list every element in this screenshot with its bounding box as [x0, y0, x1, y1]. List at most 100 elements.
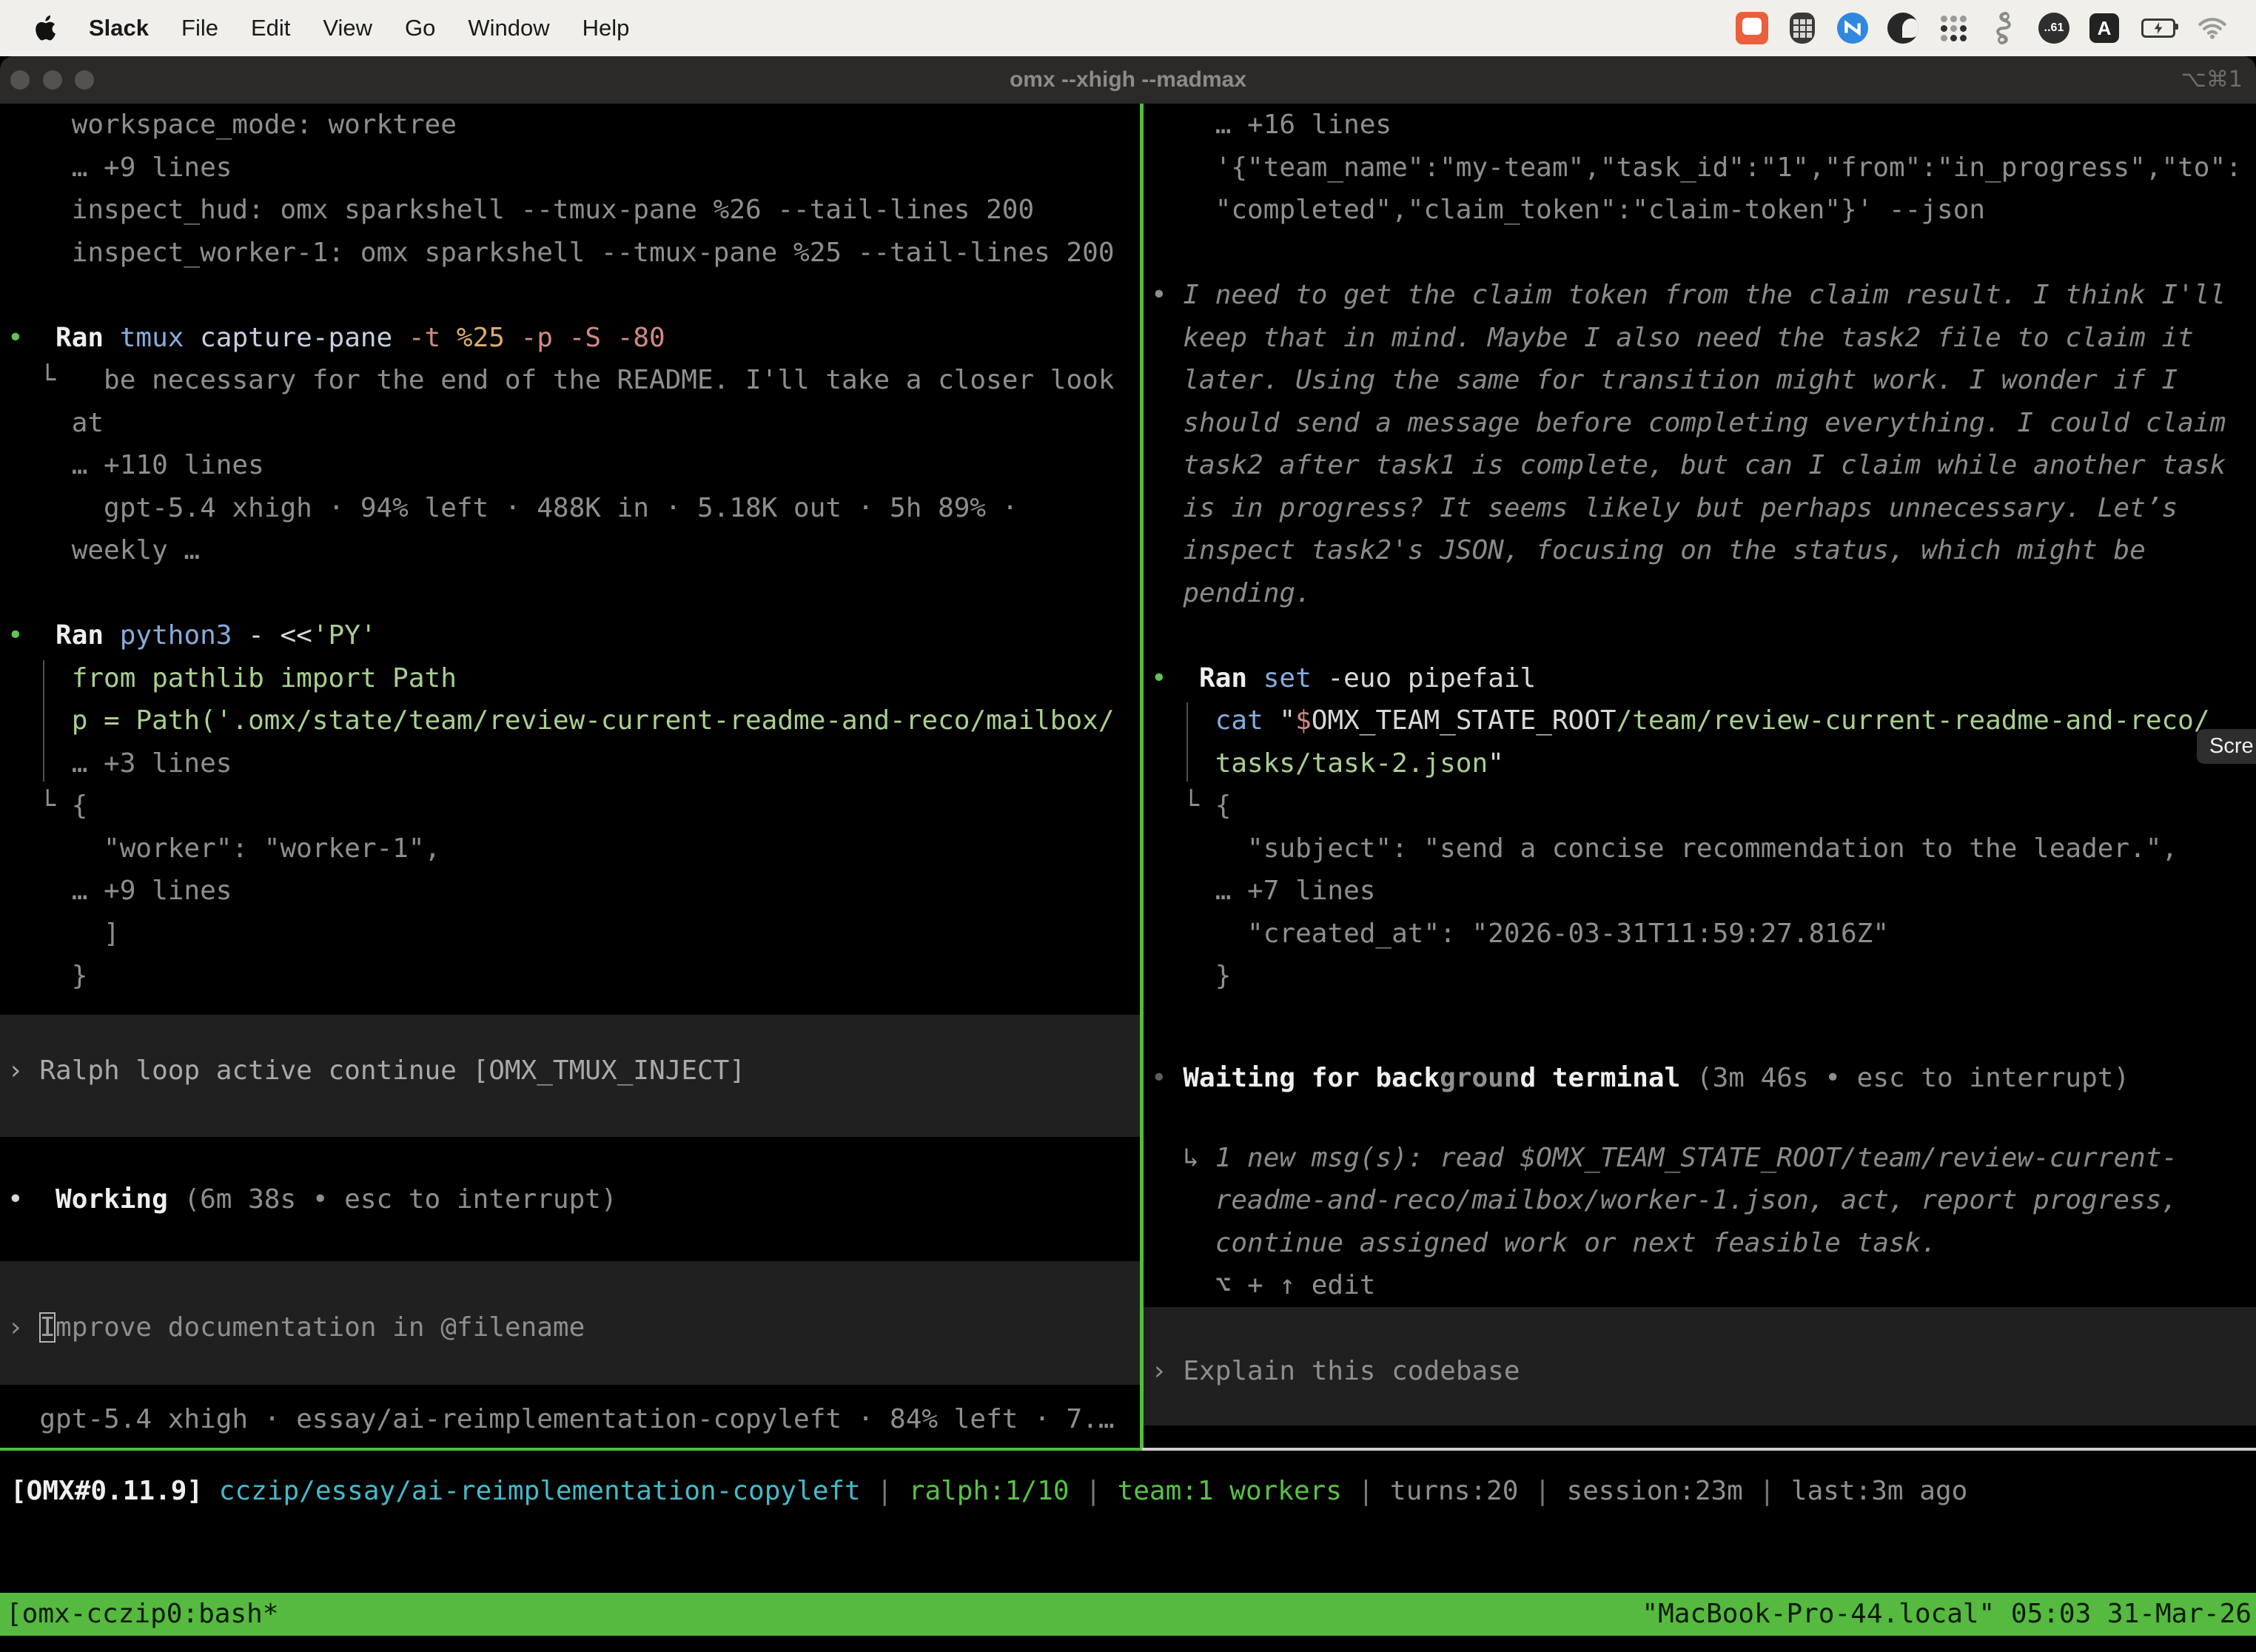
terminal-block: • Waiting for background terminal (3m 46… [1151, 1057, 2256, 1100]
prompt-input-right[interactable]: › Explain this codebase [1144, 1307, 2256, 1426]
terminal-line: later. Using the same for transition mig… [1151, 359, 2256, 402]
terminal-text: pending. [1151, 578, 1312, 608]
terminal-line: › Ralph loop active continue [OMX_TMUX_I… [7, 1050, 1140, 1092]
terminal-line: from pathlib import Path [7, 657, 1140, 700]
terminal-text: -p [521, 323, 569, 353]
battery-charging-icon[interactable] [2138, 11, 2179, 45]
terminal-text: cat [1151, 705, 1279, 736]
terminal-text: Ran [56, 620, 120, 651]
menu-item-help[interactable]: Help [583, 15, 630, 41]
terminal-text: $ [1295, 705, 1312, 736]
terminal-text: › [1151, 1356, 1183, 1386]
menu-item-window[interactable]: Window [468, 15, 549, 41]
terminal-line: } [1151, 955, 2256, 998]
terminal-pane-left[interactable]: workspace_mode: worktree … +9 lines insp… [0, 104, 1140, 1448]
terminal-block: gpt-5.4 xhigh · 94% left · 488K in · 5.1… [1151, 1439, 2256, 1448]
terminal-text: session:23m [1566, 1476, 1742, 1506]
terminal-text: set [1263, 663, 1328, 694]
menu-item-go[interactable]: Go [405, 15, 435, 41]
terminal-text: - [248, 620, 280, 651]
terminal-line: • Ran python3 - <<'PY' [7, 614, 1140, 657]
terminal-text: from pathlib import Path [7, 663, 457, 694]
wifi-icon[interactable] [2195, 11, 2229, 45]
terminal-text: Working [56, 1184, 184, 1215]
terminal-text: " [1488, 748, 1504, 779]
menu-app-name[interactable]: Slack [89, 15, 149, 41]
terminal-text: inspect task2's JSON, focusing on the st… [1151, 535, 2146, 565]
terminal-line: continue assigned work or next feasible … [1151, 1222, 2256, 1265]
terminal-text: • [1151, 1063, 1183, 1093]
terminal-text: … +16 lines [1151, 110, 1391, 140]
terminal-line [1151, 614, 2256, 657]
dots-grid-icon[interactable] [1936, 11, 1970, 45]
terminal-line: ↳ 1 new msg(s): read $OMX_TEAM_STATE_ROO… [1151, 1137, 2256, 1180]
terminal-text: capture-pane [200, 323, 409, 353]
menu-item-view[interactable]: View [323, 15, 372, 41]
terminal-text: -80 [617, 323, 665, 353]
tmux-horizontal-border-inactive[interactable] [1142, 1448, 2256, 1451]
terminal-line: • Waiting for background terminal (3m 46… [1151, 1057, 2256, 1100]
terminal-text [203, 1476, 219, 1506]
terminal-text: -t [409, 323, 457, 353]
terminal-text: -euo pipefail [1327, 663, 1536, 694]
terminal-text: └ { [1151, 790, 1231, 821]
screen: Slack File Edit View Go Window Help ..61… [0, 0, 2256, 1652]
terminal-text: task2 after task1 is complete, but can I… [1151, 450, 2226, 480]
tmux-horizontal-border-active[interactable] [0, 1448, 1142, 1451]
terminal-line: keep that in mind. Maybe I also need the… [1151, 317, 2256, 360]
terminal-text: -S [569, 323, 617, 353]
menu-item-file[interactable]: File [181, 15, 218, 41]
blue-badge-icon[interactable] [1836, 11, 1870, 45]
crescent-circle-icon[interactable] [1886, 11, 1920, 45]
terminal-line: weekly … [7, 529, 1140, 572]
terminal-line: gpt-5.4 xhigh · 94% left · 488K in · 5.1… [7, 487, 1140, 530]
terminal-text: Ran [56, 323, 120, 353]
tmux-session-label: [omx-cczip0:bash* [6, 1593, 278, 1636]
circle-61-badge[interactable]: ..61 [2037, 11, 2071, 45]
apple-menu-icon[interactable] [34, 15, 56, 41]
terminal-block: └ { "worker": "worker-1", … +9 lines ] } [7, 785, 1140, 998]
terminal-line: should send a message before completing … [1151, 402, 2256, 445]
terminal-text: weekly … [7, 535, 200, 565]
terminal-text: (6m 38s • esc to interrupt) [184, 1184, 617, 1215]
tmux-host-clock: "MacBook-Pro-44.local" 05:03 31-Mar-26 [1642, 1593, 2252, 1636]
terminal-text: /team/review-current-readme-and-reco/ [1617, 705, 2210, 736]
letter-a-badge[interactable]: A [2087, 11, 2121, 45]
terminal-text: "worker": "worker-1", [7, 833, 440, 864]
chat-app-icon[interactable] [1735, 11, 1769, 45]
terminal-text: groun [1440, 1063, 1520, 1093]
terminal-line: › Improve documentation in @filename [7, 1306, 1140, 1349]
terminal-line: readme-and-reco/mailbox/worker-1.json, a… [1151, 1179, 2256, 1222]
terminal-text: | [1342, 1476, 1390, 1506]
terminal-text: keep that in mind. Maybe I also need the… [1151, 323, 2194, 353]
terminal-text: • [7, 323, 24, 353]
terminal-text: workspace_mode: worktree [7, 110, 457, 140]
terminal-text: OMX_TEAM_STATE_ROOT [1312, 705, 1617, 736]
terminal-text: gpt-5.4 xhigh · 94% left · 488K in · 5.1… [7, 493, 1018, 523]
terminal-block: • Working (6m 38s • esc to interrupt) [7, 1178, 1140, 1221]
terminal-line: └ be necessary for the end of the README… [7, 359, 1140, 402]
shield-grid-icon[interactable] [1785, 11, 1819, 45]
terminal-pane-right[interactable]: … +16 lines '{"team_name":"my-team","tas… [1144, 104, 2256, 1448]
terminal-line: … +7 lines [1151, 870, 2256, 913]
window-titlebar[interactable]: omx --xhigh --madmax ⌥⌘1 [0, 56, 2256, 104]
menu-bar: Slack File Edit View Go Window Help ..61… [0, 0, 2256, 56]
prompt-input-left[interactable]: › Improve documentation in @filename [0, 1261, 1140, 1386]
terminal-text: be necessary for the end of the README. … [104, 365, 1114, 395]
terminal-text: team:1 workers [1118, 1476, 1342, 1506]
terminal-block: gpt-5.4 xhigh · essay/ai-reimplementatio… [7, 1398, 1140, 1441]
terminal-line: inspect task2's JSON, focusing on the st… [1151, 529, 2256, 572]
terminal-text: Explain this codebase [1183, 1356, 1520, 1386]
window-title: omx --xhigh --madmax [0, 56, 2256, 104]
terminal-text: should send a message before completing … [1151, 408, 2226, 438]
terminal-text: | [1743, 1476, 1791, 1506]
terminal-line: … +9 lines [7, 147, 1140, 189]
terminal-text: "subject": "send a concise recommendatio… [1151, 833, 2178, 864]
terminal-text: ] [7, 919, 120, 949]
squiggle-icon[interactable] [1987, 11, 2021, 45]
text-cursor: I [39, 1312, 56, 1343]
terminal-text: • [7, 1184, 24, 1215]
terminal-line: inspect_hud: omx sparkshell --tmux-pane … [7, 189, 1140, 232]
terminal-line [1151, 232, 2256, 275]
menu-item-edit[interactable]: Edit [251, 15, 290, 41]
